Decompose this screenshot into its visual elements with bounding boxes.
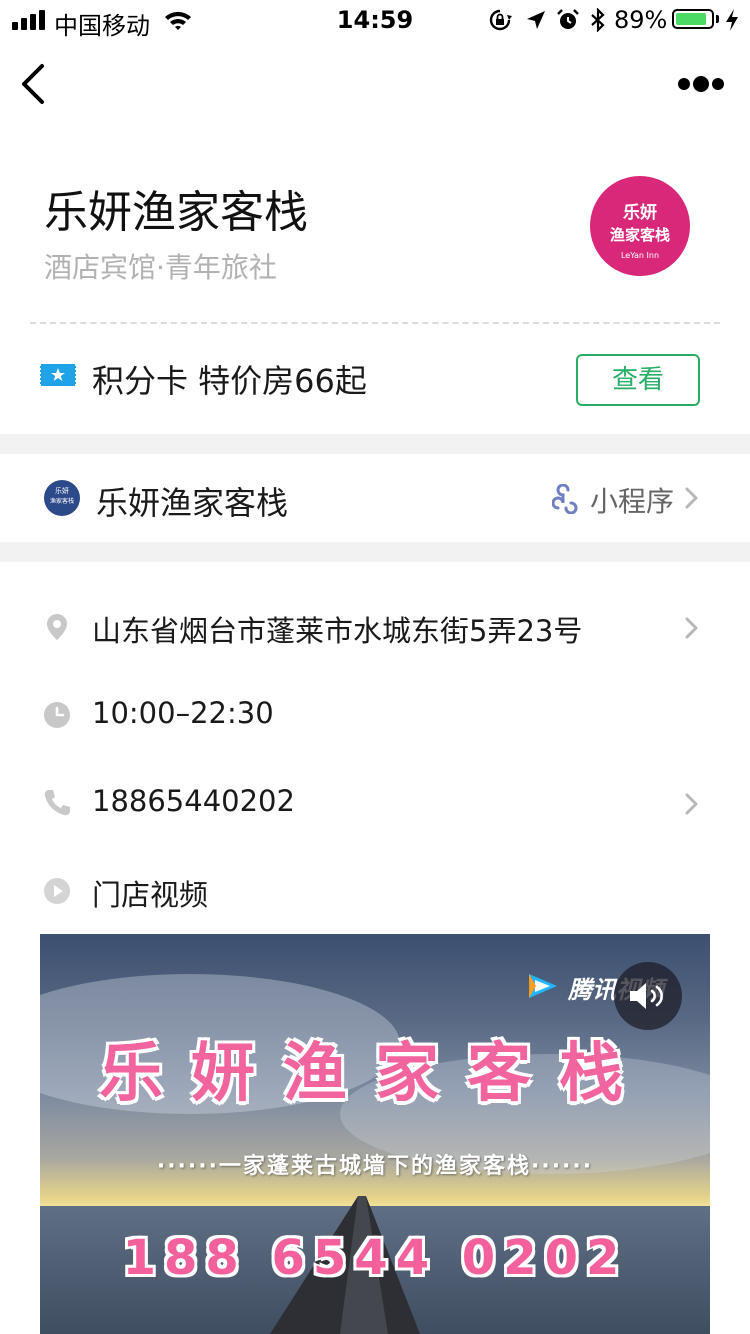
card-offer-text: 积分卡 特价房66起: [92, 362, 367, 400]
orientation-lock-icon: [489, 9, 512, 31]
alarm-icon: [557, 9, 579, 29]
video-title-text: 乐妍渔家客栈: [99, 1037, 651, 1111]
mute-button[interactable]: [614, 962, 682, 1030]
hours-row: 10:00–22:30: [0, 686, 750, 746]
status-bar: 中国移动 14:59 89%: [0, 0, 750, 40]
mini-program-label: 小程序: [590, 485, 675, 518]
more-dots-icon[interactable]: [676, 74, 726, 94]
section-gap: [0, 542, 750, 562]
page-title: 乐妍渔家客栈: [44, 187, 308, 238]
view-card-button[interactable]: 查看: [576, 354, 700, 406]
bluetooth-icon: [591, 8, 605, 32]
chevron-right-icon: [685, 617, 698, 639]
logo-line-1: 乐妍: [623, 203, 657, 223]
mini-program-icon: [552, 484, 578, 514]
chevron-right-icon: [685, 487, 698, 509]
mini-program-avatar-line-1: 乐妍: [55, 487, 69, 495]
video-slogan-text: ······一家蓬莱古城墙下的渔家客栈······: [156, 1154, 594, 1179]
logo-line-2: 渔家客栈: [609, 226, 670, 244]
battery-cap: [716, 15, 719, 23]
battery-percent: 89%: [614, 6, 668, 34]
store-video-player[interactable]: 腾讯视频 乐妍渔家客栈 ······一家蓬莱古城墙下的渔家客栈······ 18…: [40, 934, 710, 1334]
chevron-left-icon[interactable]: [18, 62, 48, 106]
location-pin-icon: [47, 614, 67, 640]
logo-line-3: LeYan Inn: [620, 251, 660, 260]
clock-icon: [44, 702, 70, 728]
location-arrow-icon: [527, 11, 545, 29]
mini-program-row[interactable]: 乐妍 渔家客栈 乐妍渔家客栈 小程序: [0, 454, 750, 542]
speaker-sound-icon: [630, 983, 663, 1009]
mini-program-avatar-line-2: 渔家客栈: [49, 498, 74, 505]
mini-program-avatar: 乐妍 渔家客栈: [44, 480, 80, 516]
tencent-video-logo-icon: [529, 974, 557, 998]
mini-program-name: 乐妍渔家客栈: [96, 484, 289, 522]
chevron-right-icon: [685, 793, 698, 815]
battery-level-fill: [676, 13, 707, 25]
video-label-text: 门店视频: [92, 878, 209, 912]
shop-category: 酒店宾馆·青年旅社: [44, 251, 277, 284]
shop-logo: 乐妍 渔家客栈 LeYan Inn: [590, 176, 690, 276]
battery-icon: [672, 9, 714, 29]
video-phone-text: 188 6544 0202: [122, 1230, 628, 1286]
dashed-divider: [30, 322, 720, 324]
membership-card-icon: [40, 364, 76, 386]
section-gap: [0, 434, 750, 454]
video-label-row: 门店视频: [0, 862, 750, 922]
phone-text: 18865440202: [92, 784, 295, 818]
address-row[interactable]: 山东省烟台市蓬莱市水城东街5弄23号: [0, 598, 750, 658]
address-text: 山东省烟台市蓬莱市水城东街5弄23号: [92, 614, 583, 648]
charging-icon: [726, 9, 738, 31]
phone-row[interactable]: 18865440202: [0, 774, 750, 834]
play-circle-icon: [44, 878, 70, 904]
hours-text: 10:00–22:30: [92, 696, 274, 730]
phone-icon: [44, 790, 70, 816]
